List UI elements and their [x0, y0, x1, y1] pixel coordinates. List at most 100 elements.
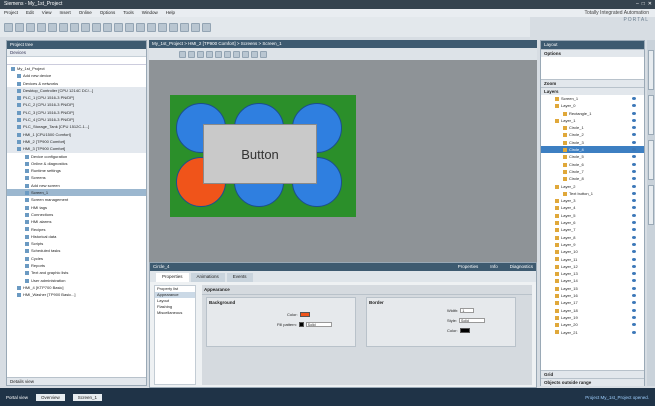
tree-item[interactable]: Reports [7, 262, 146, 269]
menu-item[interactable]: Help [166, 10, 175, 16]
menu-item[interactable]: Online [79, 10, 92, 16]
visibility-eye-icon[interactable] [632, 162, 636, 166]
visibility-eye-icon[interactable] [632, 294, 636, 298]
tree-item[interactable]: Runtime settings [7, 167, 146, 174]
layer-item[interactable]: Layer_6 [541, 219, 644, 226]
tree-item[interactable]: Add new screen [7, 182, 146, 189]
visibility-eye-icon[interactable] [632, 133, 636, 137]
layer-item[interactable]: Layer_20 [541, 321, 644, 328]
visibility-eye-icon[interactable] [632, 148, 636, 152]
screen-1-tab[interactable]: Screen_1 [72, 393, 103, 401]
layer-item[interactable]: Layer_12 [541, 263, 644, 270]
visibility-eye-icon[interactable] [632, 199, 636, 203]
visibility-eye-icon[interactable] [632, 213, 636, 217]
task-card-animations-tab[interactable] [648, 95, 654, 135]
visibility-eye-icon[interactable] [632, 169, 636, 173]
tree-item[interactable]: Screen_1 [7, 189, 146, 197]
menu-item[interactable]: Options [100, 10, 116, 16]
delete-icon[interactable] [81, 22, 90, 32]
tree-item[interactable]: Recipes [7, 226, 146, 233]
italic-icon[interactable] [188, 50, 195, 58]
tree-item[interactable]: Scheduled tasks [7, 247, 146, 254]
task-card-layout-tab[interactable] [648, 140, 654, 180]
tree-item[interactable]: User administration [7, 277, 146, 284]
options-section[interactable]: Options [541, 49, 644, 57]
menu-item[interactable]: Project [4, 10, 18, 16]
visibility-eye-icon[interactable] [632, 97, 636, 100]
align-right-icon[interactable] [224, 50, 231, 58]
layer-item[interactable]: Layer_2 [541, 183, 644, 190]
inspector-diagnostics-tab[interactable]: Diagnostics [510, 264, 533, 270]
tab-events[interactable]: Events [226, 273, 253, 282]
layer-item[interactable]: Layer_11 [541, 256, 644, 263]
layer-item[interactable]: Layer_18 [541, 307, 644, 314]
tree-item[interactable]: HMI_4 [KTP700 Basic] [7, 284, 146, 291]
layer-item[interactable]: Layer_7 [541, 226, 644, 233]
border-width-input[interactable]: 1 [460, 308, 475, 313]
tree-item[interactable]: Devices & networks [7, 80, 146, 87]
layers-section[interactable]: Layers [541, 87, 644, 95]
bold-icon[interactable] [179, 50, 186, 58]
tree-item[interactable]: HMI_2 [TP900 Comfort] [7, 137, 146, 146]
compile-icon[interactable] [114, 22, 123, 32]
layer-item[interactable]: Circle_4 [541, 146, 644, 154]
hmi-button[interactable]: Button [203, 124, 317, 184]
paste-icon[interactable] [70, 22, 79, 32]
copy-icon[interactable] [59, 22, 68, 32]
tree-item[interactable]: HMI tags [7, 204, 146, 211]
layer-item[interactable]: Circle_3 [541, 139, 644, 146]
accessible-devices-icon[interactable] [180, 22, 189, 32]
group-icon[interactable] [251, 50, 258, 58]
layer-item[interactable]: Circle_6 [541, 161, 644, 168]
devices-tab[interactable]: Devices [7, 49, 146, 57]
visibility-eye-icon[interactable] [632, 301, 636, 305]
tree-item[interactable]: HMI_Washer [TP900 Basic...] [7, 291, 146, 298]
visibility-eye-icon[interactable] [632, 111, 636, 115]
redo-icon[interactable] [103, 22, 112, 32]
tree-item[interactable]: HMI_3 [TP900 Comfort] [7, 145, 146, 153]
visibility-eye-icon[interactable] [632, 118, 636, 122]
layer-item[interactable]: Layer_0 [541, 102, 644, 109]
tree-item[interactable]: Connections [7, 211, 146, 218]
underline-icon[interactable] [197, 50, 204, 58]
tree-item[interactable]: PLC_4 [CPU 1516-3 PN/DP] [7, 116, 146, 124]
bring-forward-icon[interactable] [233, 50, 240, 58]
menu-item[interactable]: View [42, 10, 52, 16]
border-color-picker[interactable] [459, 328, 470, 333]
layer-item[interactable]: Layer_14 [541, 277, 644, 284]
go-online-icon[interactable] [158, 22, 167, 32]
tree-item[interactable]: My_1st_Project [7, 65, 146, 72]
layer-item[interactable]: Text button_1 [541, 190, 644, 197]
layer-item[interactable]: Layer_19 [541, 314, 644, 321]
task-card-toolbox-tab[interactable] [648, 50, 654, 90]
layer-item[interactable]: Circle_2 [541, 131, 644, 138]
tree-item[interactable]: Online & diagnostics [7, 160, 146, 167]
new-project-icon[interactable] [4, 22, 13, 32]
layer-item[interactable]: Circle_8 [541, 175, 644, 182]
cut-icon[interactable] [48, 22, 57, 32]
visibility-eye-icon[interactable] [632, 228, 636, 232]
visibility-eye-icon[interactable] [632, 250, 636, 254]
go-offline-icon[interactable] [169, 22, 178, 32]
layer-item[interactable]: Layer_5 [541, 212, 644, 219]
tree-item[interactable]: Add new device [7, 72, 146, 79]
send-backward-icon[interactable] [242, 50, 249, 58]
details-view-bar[interactable]: Details view [7, 377, 146, 385]
tree-item[interactable]: Desktop_Controller [CPU 1214C DC/...] [7, 86, 146, 95]
inspector-info-tab[interactable]: Info [490, 264, 498, 270]
simulation-icon[interactable] [147, 22, 156, 32]
print-icon[interactable] [37, 22, 46, 32]
align-center-icon[interactable] [215, 50, 222, 58]
tree-item[interactable]: Screen management [7, 196, 146, 203]
menu-item[interactable]: Window [142, 10, 158, 16]
visibility-eye-icon[interactable] [632, 264, 636, 268]
visibility-eye-icon[interactable] [632, 330, 636, 334]
layer-item[interactable]: Layer_16 [541, 292, 644, 299]
tree-item[interactable]: PLC_2 [CPU 1516-3 PN/DP] [7, 101, 146, 109]
tree-item[interactable]: Screens [7, 174, 146, 181]
tree-item[interactable]: Device configuration [7, 153, 146, 160]
inspector-properties-tab[interactable]: Properties [458, 264, 479, 270]
fill-pattern-select[interactable]: Solid [305, 322, 332, 327]
visibility-eye-icon[interactable] [632, 315, 636, 319]
tab-properties[interactable]: Properties [156, 273, 189, 282]
